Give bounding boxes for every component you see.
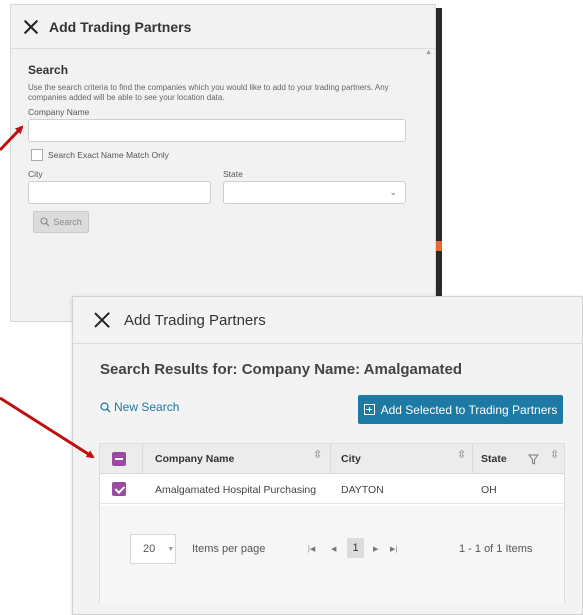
last-page-icon[interactable]: ▶| — [390, 545, 397, 553]
column-header-city[interactable]: City — [341, 453, 361, 465]
cell-company: Amalgamated Hospital Purchasing — [155, 484, 317, 496]
grid-header: Company Name ⇳ City ⇳ State ⇳ — [100, 444, 564, 474]
scroll-up-icon[interactable]: ▲ — [425, 49, 432, 56]
background-window-marker — [436, 241, 442, 251]
first-page-icon[interactable]: |◀ — [308, 545, 315, 553]
prev-page-icon[interactable]: ◀ — [331, 545, 336, 553]
page-size-value: 20 — [143, 543, 156, 555]
results-heading: Search Results for: Company Name: Amalga… — [100, 361, 463, 378]
city-input[interactable] — [28, 181, 211, 204]
next-page-icon[interactable]: ▶ — [373, 545, 378, 553]
search-button-label: Search — [53, 217, 82, 227]
select-all-checkbox[interactable] — [112, 452, 126, 466]
column-header-state[interactable]: State — [481, 453, 507, 465]
filter-icon[interactable] — [528, 454, 539, 465]
results-panel: Add Trading Partners Search Results for:… — [72, 296, 583, 615]
cell-state: OH — [481, 484, 497, 496]
exact-match-checkbox[interactable] — [31, 149, 43, 161]
caret-down-icon: ▼ — [167, 545, 175, 553]
state-label: State — [223, 169, 243, 179]
search-icon — [40, 217, 50, 227]
column-header-company[interactable]: Company Name — [155, 453, 234, 465]
search-icon — [100, 401, 111, 412]
results-panel-title: Add Trading Partners — [124, 311, 266, 329]
new-search-link[interactable]: New Search — [100, 400, 179, 414]
page-number[interactable]: 1 — [347, 538, 364, 558]
search-description: Use the search criteria to find the comp… — [28, 83, 389, 102]
sort-icon[interactable]: ⇳ — [550, 448, 559, 461]
search-panel-title: Add Trading Partners — [49, 18, 192, 35]
plus-box-icon — [363, 404, 375, 415]
results-panel-header: Add Trading Partners — [73, 297, 582, 344]
items-per-page-label: Items per page — [192, 543, 266, 555]
chevron-down-icon: ⌄ — [389, 187, 397, 197]
add-selected-button[interactable]: Add Selected to Trading Partners — [358, 395, 563, 424]
close-icon[interactable] — [23, 19, 39, 35]
company-name-label: Company Name — [28, 107, 90, 117]
sort-icon[interactable]: ⇳ — [457, 448, 466, 461]
search-section-title: Search — [28, 63, 69, 77]
pager-info: 1 - 1 of 1 Items — [459, 543, 533, 555]
company-name-input[interactable] — [28, 119, 406, 142]
search-panel-header: Add Trading Partners — [11, 5, 435, 49]
row-checkbox[interactable] — [112, 482, 126, 496]
new-search-label: New Search — [114, 400, 180, 414]
state-select[interactable]: ⌄ — [223, 181, 406, 204]
background-window-edge — [436, 8, 442, 298]
page-size-select[interactable]: 20 ▼ — [130, 534, 176, 564]
add-selected-label: Add Selected to Trading Partners — [380, 402, 558, 417]
results-grid: Company Name ⇳ City ⇳ State ⇳ Amalgamate… — [99, 443, 565, 603]
close-icon[interactable] — [94, 312, 110, 328]
pager: 20 ▼ Items per page |◀ ◀ 1 ▶ ▶| 1 - 1 of… — [100, 506, 564, 603]
search-button[interactable]: Search — [33, 211, 89, 233]
exact-match-label: Search Exact Name Match Only — [48, 150, 169, 160]
sort-icon[interactable]: ⇳ — [313, 448, 322, 461]
cell-city: DAYTON — [341, 484, 384, 496]
city-label: City — [28, 169, 43, 179]
search-panel: Add Trading Partners ▲ Search Use the se… — [10, 4, 436, 322]
table-row[interactable]: Amalgamated Hospital Purchasing DAYTON O… — [100, 474, 564, 504]
